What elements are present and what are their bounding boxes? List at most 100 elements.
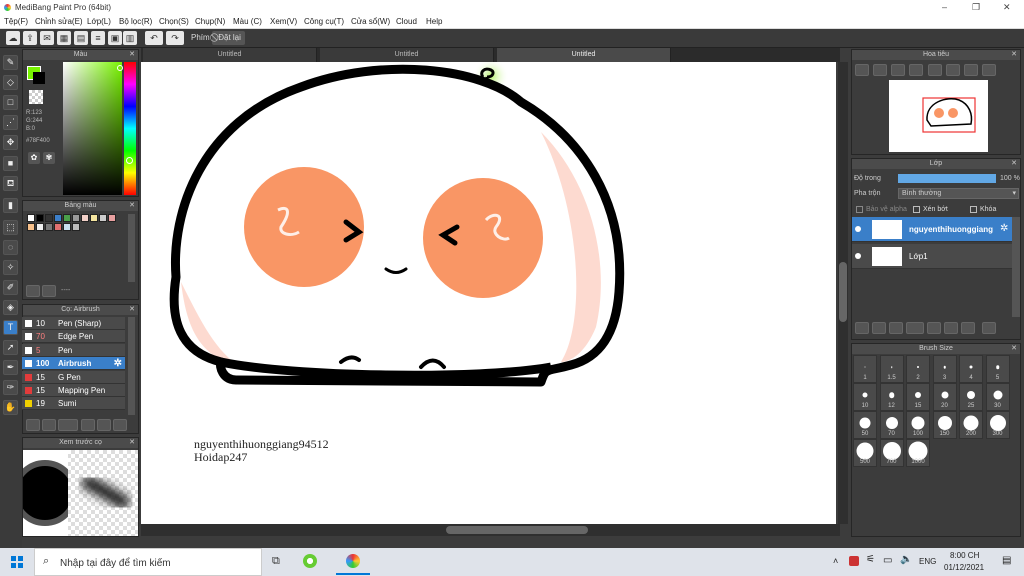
medibang-taskbar-icon[interactable] bbox=[346, 554, 360, 568]
fill-rect-tool-icon[interactable]: ■ bbox=[3, 156, 18, 171]
brush-folder-icon[interactable] bbox=[97, 419, 111, 431]
menu-file[interactable]: Tệp(F) bbox=[4, 17, 28, 26]
horizontal-scrollbar[interactable] bbox=[141, 524, 840, 536]
brush-size-option[interactable]: 1000 bbox=[906, 439, 930, 467]
upload-icon[interactable]: ⇪ bbox=[23, 31, 37, 45]
opacity-slider[interactable] bbox=[898, 174, 996, 183]
vertical-scroll-thumb[interactable] bbox=[839, 262, 847, 322]
brush-item[interactable]: 15 Mapping Pen bbox=[22, 384, 125, 397]
brush-settings-icon[interactable]: ✲ bbox=[114, 357, 122, 370]
palette-swatch[interactable] bbox=[72, 223, 80, 231]
menu-tools[interactable]: Công cụ(T) bbox=[304, 17, 344, 26]
menu-window[interactable]: Cửa sổ(W) bbox=[351, 17, 390, 26]
task-view-icon[interactable]: ⧉ bbox=[272, 555, 280, 568]
windows-start-icon[interactable] bbox=[11, 556, 23, 568]
panel-close-icon[interactable]: ✕ bbox=[129, 201, 135, 211]
layer-folder-icon[interactable] bbox=[927, 322, 941, 334]
palette-swatch[interactable] bbox=[27, 214, 35, 222]
tab-untitled-3[interactable]: Untitled bbox=[497, 48, 671, 62]
saturation-value-picker[interactable] bbox=[63, 62, 122, 195]
palette-swatch[interactable] bbox=[36, 214, 44, 222]
blend-mode-select[interactable]: Bình thường ▾ bbox=[898, 188, 1019, 199]
duplicate-layer-icon[interactable] bbox=[944, 322, 958, 334]
menu-help[interactable]: Help bbox=[426, 17, 442, 26]
palette-swatch[interactable] bbox=[54, 214, 62, 222]
brush-size-option[interactable]: 1.5 bbox=[879, 355, 904, 383]
brush-size-option[interactable]: 12 bbox=[879, 383, 904, 411]
palette-swatch[interactable] bbox=[36, 223, 44, 231]
menu-color[interactable]: Màu (C) bbox=[233, 17, 262, 26]
visibility-eye-icon[interactable] bbox=[855, 253, 861, 259]
palette-swatch[interactable] bbox=[90, 214, 98, 222]
hue-cursor[interactable] bbox=[126, 157, 133, 164]
layer-settings-icon[interactable]: ✲ bbox=[1000, 223, 1008, 234]
brush-size-option[interactable]: 10 bbox=[853, 383, 877, 411]
brush-size-option[interactable]: 20 bbox=[932, 383, 957, 411]
navigator-thumbnail[interactable] bbox=[889, 80, 988, 152]
palette-swatch[interactable] bbox=[63, 223, 71, 231]
palette-swatch[interactable] bbox=[45, 223, 53, 231]
brush-item[interactable]: 100 Airbrush ✲ bbox=[22, 357, 125, 371]
brush-size-option[interactable]: 500 bbox=[853, 439, 877, 467]
palette-swatch[interactable] bbox=[81, 214, 89, 222]
layer-row[interactable]: Lớp1 bbox=[852, 244, 1012, 269]
layer-row[interactable]: nguyenthihuonggiang ✲ bbox=[852, 217, 1012, 242]
layer-scrollbar[interactable] bbox=[1012, 217, 1020, 317]
menu-cloud[interactable]: Cloud bbox=[396, 17, 417, 26]
new-layer2-icon[interactable] bbox=[872, 322, 886, 334]
brush-size-option[interactable]: 150 bbox=[932, 411, 957, 439]
select-tool-icon[interactable]: ⬚ bbox=[3, 220, 18, 235]
brush-add-icon[interactable] bbox=[42, 419, 56, 431]
delete-layer-icon[interactable] bbox=[982, 322, 996, 334]
merge-layer-icon[interactable] bbox=[961, 322, 975, 334]
menu-capture[interactable]: Chụp(N) bbox=[195, 17, 225, 26]
volume-icon[interactable]: 🔈 bbox=[900, 554, 912, 565]
brush-copy-icon[interactable] bbox=[113, 419, 127, 431]
language-indicator[interactable]: ENG bbox=[919, 557, 936, 566]
brush-size-option[interactable]: 5 bbox=[985, 355, 1010, 383]
brush-size-option[interactable]: 4 bbox=[959, 355, 983, 383]
palette-swatch[interactable] bbox=[99, 214, 107, 222]
brush-size-option[interactable]: 70 bbox=[879, 411, 904, 439]
palette-swatch[interactable] bbox=[27, 223, 35, 231]
tray-app-icon[interactable] bbox=[849, 556, 859, 566]
panel-close-icon[interactable]: ✕ bbox=[1011, 50, 1017, 60]
rotate-left-icon[interactable] bbox=[928, 64, 942, 76]
window-icon[interactable]: ▣ bbox=[108, 31, 122, 45]
brush-item[interactable]: 19 Sumi bbox=[22, 397, 125, 411]
zoom-in-icon[interactable] bbox=[855, 64, 869, 76]
eyedropper-tool-icon[interactable]: ✑ bbox=[3, 380, 18, 395]
chat-icon[interactable]: ✉ bbox=[40, 31, 54, 45]
brush-size-option[interactable]: 25 bbox=[959, 383, 983, 411]
rotate-right-icon[interactable] bbox=[946, 64, 960, 76]
redo-icon[interactable]: ↷ bbox=[166, 31, 184, 45]
cloud-icon[interactable]: ☁ bbox=[6, 31, 20, 45]
taskbar-app-icon[interactable] bbox=[303, 554, 317, 568]
hand-tool-icon[interactable]: ✋ bbox=[3, 400, 18, 415]
brush-size-option[interactable]: 100 bbox=[906, 411, 930, 439]
brush-size-option[interactable]: 300 bbox=[985, 411, 1010, 439]
brush-size-option[interactable]: 1 bbox=[853, 355, 877, 383]
network-icon[interactable]: ⚟ bbox=[866, 554, 875, 565]
palette-swatch[interactable] bbox=[72, 214, 80, 222]
menu-view[interactable]: Xem(V) bbox=[270, 17, 297, 26]
new-layer3-icon[interactable] bbox=[889, 322, 903, 334]
horizontal-scroll-thumb[interactable] bbox=[446, 526, 588, 534]
select-pen-tool-icon[interactable]: ✐ bbox=[3, 280, 18, 295]
new-layer-icon[interactable] bbox=[855, 322, 869, 334]
eraser-tool-icon[interactable]: ◇ bbox=[3, 75, 18, 90]
search-box[interactable]: ⌕ Nhập tại đây để tìm kiếm bbox=[34, 548, 262, 576]
brush-tool-icon[interactable]: ✎ bbox=[3, 55, 18, 70]
brush-scrollbar[interactable] bbox=[128, 317, 135, 415]
fit-icon[interactable] bbox=[891, 64, 905, 76]
brush-item[interactable]: 70 Edge Pen bbox=[22, 330, 125, 344]
panel-close-icon[interactable]: ✕ bbox=[1011, 159, 1017, 169]
background-color-swatch[interactable] bbox=[33, 72, 45, 84]
flip-icon[interactable] bbox=[982, 64, 996, 76]
brush-item[interactable]: 10 Pen (Sharp) bbox=[22, 317, 125, 330]
panel-close-icon[interactable]: ✕ bbox=[129, 50, 135, 60]
palette-swatch[interactable] bbox=[63, 214, 71, 222]
battery-icon[interactable]: ▭ bbox=[883, 555, 892, 566]
lock-checkbox[interactable] bbox=[970, 206, 977, 213]
select-eraser-tool-icon[interactable]: ◈ bbox=[3, 300, 18, 315]
